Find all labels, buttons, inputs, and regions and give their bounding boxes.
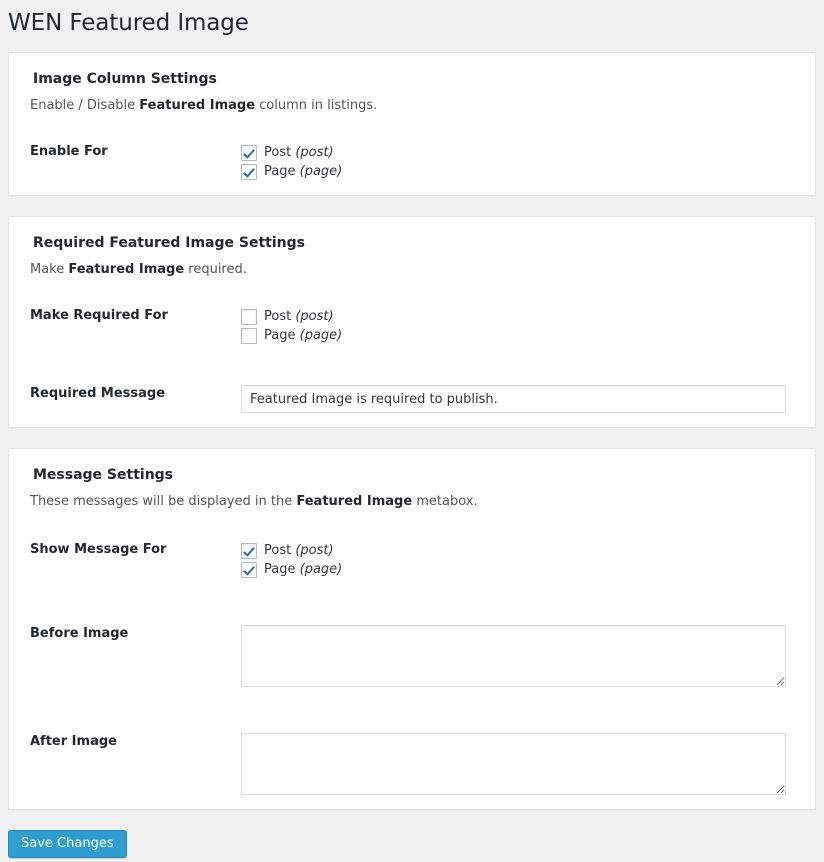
checkbox-list-enable-for: Post (post) Page (page) (241, 143, 803, 181)
field-label-before-image: Before Image (30, 626, 129, 641)
checkbox-required-page[interactable] (241, 327, 257, 344)
field-control-required-message (241, 385, 803, 413)
checkbox-message-post[interactable] (241, 542, 257, 559)
checkbox-label-enable-post: Post (post) (264, 143, 334, 162)
checkbox-label-slug: (page) (299, 164, 343, 179)
required-message-input[interactable] (241, 385, 786, 413)
checkbox-enable-page[interactable] (241, 163, 257, 180)
checkbox-label-name: Page (264, 562, 296, 577)
checkbox-item-page[interactable]: Page (page) (241, 560, 803, 579)
section-description-lead: Enable / Disable (30, 98, 140, 113)
field-label-enable-for: Enable For (30, 144, 108, 159)
checkbox-label-name: Post (264, 543, 292, 558)
section-description-emphasis: Featured Image (68, 262, 185, 277)
section-heading: Image Column Settings (33, 71, 217, 87)
settings-card-required-image: Required Featured Image Settings Make Fe… (8, 216, 816, 428)
checkbox-label-name: Page (264, 328, 296, 343)
checkbox-label-enable-page: Page (page) (264, 162, 342, 181)
form-row-make-required-for: Make Required For Post (post) Page (page… (21, 307, 803, 345)
checkbox-label-name: Post (264, 309, 292, 324)
checkbox-item-post[interactable]: Post (post) (241, 307, 803, 326)
field-control-enable-for: Post (post) Page (page) (241, 143, 803, 181)
checkbox-label-message-post: Post (post) (264, 541, 334, 560)
form-row-enable-for: Enable For Post (post) Page (page) (21, 143, 803, 181)
section-description-emphasis: Featured Image (139, 98, 256, 113)
field-control-after-image (241, 733, 803, 795)
checkbox-message-page[interactable] (241, 561, 257, 578)
checkbox-label-slug: (post) (295, 543, 334, 558)
form-row-required-message: Required Message (21, 385, 803, 413)
section-description-tail: column in listings. (255, 98, 378, 113)
checkbox-list-show-message-for: Post (post) Page (page) (241, 541, 803, 579)
form-row-show-message-for: Show Message For Post (post) Page (page) (21, 541, 803, 579)
checkbox-label-slug: (page) (299, 562, 343, 577)
checkbox-item-post[interactable]: Post (post) (241, 541, 803, 560)
checkbox-label-name: Page (264, 164, 296, 179)
section-heading: Message Settings (33, 467, 174, 483)
checkbox-label-slug: (page) (299, 328, 343, 343)
settings-card-image-column: Image Column Settings Enable / Disable F… (8, 52, 816, 196)
settings-card-message-settings: Message Settings These messages will be … (8, 448, 816, 810)
checkbox-label-slug: (post) (295, 309, 334, 324)
section-description-tail: metabox. (412, 494, 478, 509)
section-description-lead: These messages will be displayed in the (30, 494, 297, 509)
checkbox-item-page[interactable]: Page (page) (241, 326, 803, 345)
section-description: Enable / Disable Featured Image column i… (21, 97, 803, 115)
field-control-show-message-for: Post (post) Page (page) (241, 541, 803, 579)
checkbox-enable-post[interactable] (241, 144, 257, 161)
field-control-before-image (241, 625, 803, 687)
section-description-emphasis: Featured Image (296, 494, 413, 509)
checkbox-label-required-page: Page (page) (264, 326, 342, 345)
checkbox-list-make-required-for: Post (post) Page (page) (241, 307, 803, 345)
checkbox-label-name: Post (264, 145, 292, 160)
after-image-textarea[interactable] (241, 733, 786, 795)
section-description-tail: required. (184, 262, 247, 277)
form-row-after-image: After Image (21, 733, 803, 795)
before-image-textarea[interactable] (241, 625, 786, 687)
field-label-show-message-for: Show Message For (30, 542, 167, 557)
field-label-after-image: After Image (30, 734, 117, 749)
save-changes-button[interactable]: Save Changes (8, 830, 127, 858)
field-control-make-required-for: Post (post) Page (page) (241, 307, 803, 345)
field-label-make-required-for: Make Required For (30, 308, 168, 323)
section-description-lead: Make (30, 262, 69, 277)
checkbox-item-page[interactable]: Page (page) (241, 162, 803, 181)
checkbox-label-slug: (post) (295, 145, 334, 160)
checkbox-label-message-page: Page (page) (264, 560, 342, 579)
page-title: WEN Featured Image (8, 10, 249, 36)
section-description: These messages will be displayed in the … (21, 493, 803, 511)
form-row-before-image: Before Image (21, 625, 803, 687)
submit-area: Save Changes (0, 830, 824, 858)
field-label-required-message: Required Message (30, 386, 166, 401)
section-description: Make Featured Image required. (21, 261, 803, 279)
checkbox-required-post[interactable] (241, 308, 257, 325)
checkbox-label-required-post: Post (post) (264, 307, 334, 326)
checkbox-item-post[interactable]: Post (post) (241, 143, 803, 162)
section-heading: Required Featured Image Settings (33, 235, 305, 251)
